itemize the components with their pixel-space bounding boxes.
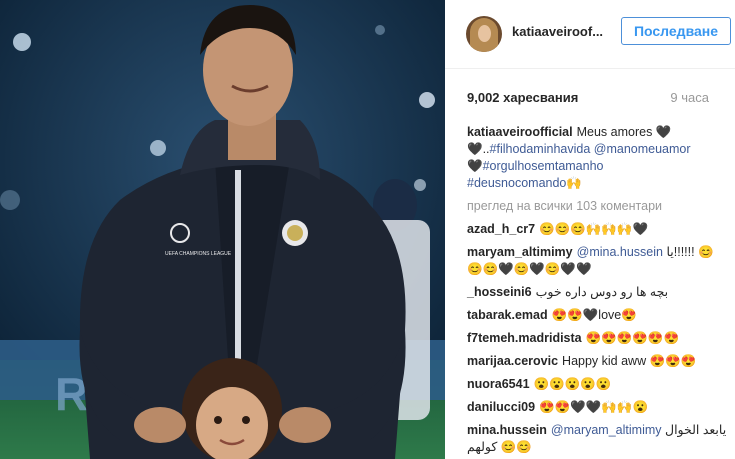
hashtag-filhodaminhavida[interactable]: #filhodaminhavida: [490, 142, 591, 156]
comment-username[interactable]: maryam_altimimy: [467, 245, 573, 259]
caption-username[interactable]: katiaaveiroofficial: [467, 125, 573, 139]
view-all-comments-link[interactable]: преглед на всички 103 коментари: [467, 198, 729, 215]
caption-line3-prefix: 🖤: [467, 159, 483, 173]
caption-line2-prefix: 🖤..: [467, 142, 490, 156]
post-photo[interactable]: RE UEFA CHAMPIONS LEAGUE: [0, 0, 445, 459]
follow-button[interactable]: Последване: [621, 17, 731, 45]
hashtag-deusnocomando[interactable]: #deusnocomando: [467, 176, 566, 190]
comments-list: katiaaveiroofficial Meus amores 🖤 🖤..#fil…: [467, 124, 729, 459]
instagram-post-view: RE UEFA CHAMPIONS LEAGUE: [0, 0, 735, 459]
comment-username[interactable]: _hosseini6: [467, 285, 532, 299]
comment-item: danilucci09 😍😍🖤🖤🙌🙌😮: [467, 399, 729, 416]
comment-item: marijaa.cerovic Happy kid aww 😍😍😍: [467, 353, 729, 370]
comment-item: maryam_altimimy @mina.hussein يا!!!!!! 😊😊…: [467, 244, 729, 278]
comment-username[interactable]: nuora6541: [467, 377, 530, 391]
comment-username[interactable]: mina.hussein: [467, 423, 547, 437]
caption-text: Meus amores 🖤: [576, 125, 672, 139]
comment-username[interactable]: marijaa.cerovic: [467, 354, 558, 368]
hashtag-orgulhosemtamanho[interactable]: #orgulhosemtamanho: [483, 159, 604, 173]
post-caption: katiaaveiroofficial Meus amores 🖤 🖤..#fil…: [467, 124, 729, 192]
comment-text: بچه ها رو دوس داره خوب: [535, 285, 669, 299]
comment-text: 😍😍😍😍😍😍: [585, 331, 680, 345]
caption-line4-suffix: 🙌: [566, 176, 582, 190]
comment-text: 😍😍🖤love😍: [551, 308, 637, 322]
comment-username[interactable]: azad_h_cr7: [467, 222, 535, 236]
comment-username[interactable]: tabarak.emad: [467, 308, 548, 322]
comment-text: 😮😮😮😮😮: [533, 377, 612, 391]
comment-mention[interactable]: @maryam_altimimy: [551, 423, 662, 437]
comment-item: f7temeh.madridista 😍😍😍😍😍😍: [467, 330, 729, 347]
comment-item: _hosseini6 بچه ها رو دوس داره خوب: [467, 284, 729, 301]
comment-mention[interactable]: @mina.hussein: [577, 245, 663, 259]
comment-item: nuora6541 😮😮😮😮😮: [467, 376, 729, 393]
comment-username[interactable]: f7temeh.madridista: [467, 331, 582, 345]
comment-text: 😍😍🖤🖤🙌🙌😮: [539, 400, 649, 414]
post-header: katiaaveiroof... Последване: [445, 0, 735, 69]
likes-count[interactable]: 9,002 харесвания: [467, 90, 578, 105]
comment-username[interactable]: danilucci09: [467, 400, 535, 414]
comment-item: mina.hussein @maryam_altimimy يابعد الخوا…: [467, 422, 729, 456]
comment-text: Happy kid aww 😍😍😍: [562, 354, 697, 368]
profile-avatar[interactable]: [466, 16, 502, 52]
mention-manomeuamor[interactable]: @manomeuamor: [594, 142, 691, 156]
comment-item: azad_h_cr7 😊😊😊🙌🙌🙌🖤: [467, 221, 729, 238]
comment-text: 😊😊😊🙌🙌🙌🖤: [539, 222, 649, 236]
post-timestamp[interactable]: 9 часа: [670, 90, 709, 105]
header-username-link[interactable]: katiaaveiroof...: [512, 24, 622, 39]
likes-row: 9,002 харесвания 9 часа: [467, 90, 735, 110]
post-details-panel: katiaaveiroof... Последване 9,002 харесв…: [445, 0, 735, 459]
crest-text: UEFA CHAMPIONS LEAGUE: [165, 251, 232, 257]
photo-illustration: RE UEFA CHAMPIONS LEAGUE: [0, 0, 445, 459]
comment-item: tabarak.emad 😍😍🖤love😍: [467, 307, 729, 324]
avatar-face: [478, 25, 491, 42]
